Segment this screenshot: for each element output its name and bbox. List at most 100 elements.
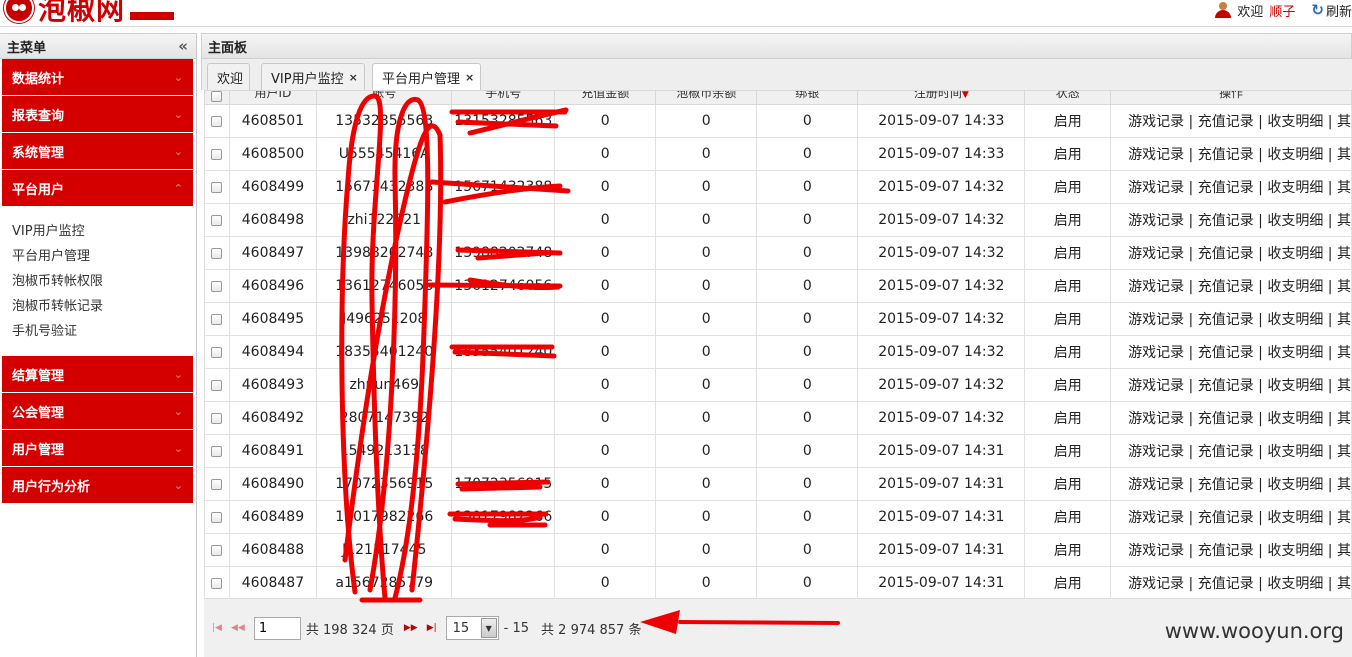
row-checkbox-cell[interactable]	[204, 533, 230, 567]
site-logo[interactable]: 泡椒网	[4, 0, 176, 26]
row-checkbox[interactable]	[211, 247, 223, 259]
cell-status[interactable]: 启用	[1024, 566, 1112, 598]
cell-operations[interactable]: 游戏记录 | 充值记录 | 收支明细 | 其	[1110, 467, 1352, 501]
row-checkbox[interactable]	[211, 148, 223, 160]
row-checkbox-cell[interactable]	[204, 500, 230, 534]
cell-operations[interactable]: 游戏记录 | 充值记录 | 收支明细 | 其	[1110, 269, 1352, 303]
row-checkbox-cell[interactable]	[204, 203, 230, 237]
menu-group-settlement[interactable]: 结算管理 ⌄	[2, 356, 193, 393]
cell-status[interactable]: 启用	[1024, 203, 1112, 237]
column-header[interactable]: 状态	[1024, 90, 1112, 105]
menu-group-data-stats[interactable]: 数据统计 ⌄	[2, 59, 193, 96]
row-checkbox[interactable]	[211, 412, 223, 424]
cell-status[interactable]: 启用	[1024, 104, 1112, 138]
cell-operations[interactable]: 游戏记录 | 充值记录 | 收支明细 | 其	[1110, 236, 1352, 270]
cell-operations[interactable]: 游戏记录 | 充值记录 | 收支明细 | 其	[1110, 533, 1352, 567]
table-row[interactable]: 4608501 13532855563 13153285563 0 0 0 2015-09-…	[204, 104, 1352, 138]
cell-operations[interactable]: 游戏记录 | 充值记录 | 收支明细 | 其	[1110, 500, 1352, 534]
cell-status[interactable]: 启用	[1024, 368, 1112, 402]
menu-group-platform-users[interactable]: 平台用户 ⌃	[2, 170, 193, 207]
row-checkbox-cell[interactable]	[204, 368, 230, 402]
table-row[interactable]: 4608490 17072356915 17072356915 0 0 0 2015-09-…	[204, 467, 1352, 501]
tab-vip-monitor[interactable]: VIP用户监控 ×	[261, 63, 365, 90]
row-checkbox[interactable]	[211, 379, 223, 391]
collapse-icon[interactable]: «	[178, 37, 188, 55]
last-page-icon[interactable]: ▶|	[427, 623, 437, 633]
row-checkbox[interactable]	[211, 280, 223, 292]
row-checkbox-cell[interactable]	[204, 434, 230, 468]
column-header[interactable]: 用户ID	[228, 90, 318, 105]
first-page-icon[interactable]: |◀	[212, 623, 222, 633]
row-checkbox[interactable]	[211, 346, 223, 358]
row-checkbox-cell[interactable]	[204, 137, 230, 171]
refresh-icon[interactable]: ↻	[1311, 1, 1324, 19]
cell-status[interactable]: 启用	[1024, 302, 1112, 336]
prev-page-icon[interactable]: ◀◀	[231, 623, 245, 633]
table-row[interactable]: 4608499 15671432388 15671432388 0 0 0 2015-09-…	[204, 170, 1352, 204]
column-header-register-time[interactable]: 注册时间▼	[857, 90, 1026, 105]
table-row[interactable]: 4608498 zhi122321 0 0 0 2015-09-07 14:32 启用 游戏记…	[204, 203, 1352, 237]
table-row[interactable]: 4608500 U55545416A 0 0 0 2015-09-07 14:33 启用 游戏…	[204, 137, 1352, 171]
cell-status[interactable]: 启用	[1024, 137, 1112, 171]
table-row[interactable]: 4608493 zhuun469 0 0 0 2015-09-07 14:32 启用 游戏记录…	[204, 368, 1352, 402]
menu-group-system[interactable]: 系统管理 ⌄	[2, 133, 193, 170]
cell-operations[interactable]: 游戏记录 | 充值记录 | 收支明细 | 其	[1110, 566, 1352, 598]
row-checkbox[interactable]	[211, 214, 223, 226]
page-number-input[interactable]	[253, 616, 301, 640]
row-checkbox[interactable]	[211, 445, 223, 457]
column-header[interactable]: 帐号	[316, 90, 453, 105]
username[interactable]: 顺子	[1269, 1, 1295, 20]
row-checkbox-cell[interactable]	[204, 104, 230, 138]
table-row[interactable]: 4608494 18355401240 18355401240 0 0 0 2015-09-…	[204, 335, 1352, 369]
cell-operations[interactable]: 游戏记录 | 充值记录 | 收支明细 | 其	[1110, 104, 1352, 138]
row-checkbox-cell[interactable]	[204, 566, 230, 598]
table-row[interactable]: 4608497 13988202748 13988202748 0 0 0 2015-09-…	[204, 236, 1352, 270]
table-row[interactable]: 4608491 1549213138 0 0 0 2015-09-07 14:31 启用 游戏…	[204, 434, 1352, 468]
row-checkbox-cell[interactable]	[204, 467, 230, 501]
column-header[interactable]: 手机号	[451, 90, 556, 105]
column-header[interactable]: 泡椒币余额	[655, 90, 758, 105]
menu-group-behavior[interactable]: 用户行为分析 ⌄	[2, 467, 193, 504]
select-all-header[interactable]	[204, 90, 230, 105]
cell-status[interactable]: 启用	[1024, 236, 1112, 270]
cell-operations[interactable]: 游戏记录 | 充值记录 | 收支明细 | 其	[1110, 302, 1352, 336]
cell-operations[interactable]: 游戏记录 | 充值记录 | 收支明细 | 其	[1110, 335, 1352, 369]
row-checkbox[interactable]	[211, 478, 223, 490]
menu-group-user-manage[interactable]: 用户管理 ⌄	[2, 430, 193, 467]
sidebar-item-platform-user-manage[interactable]: 平台用户管理	[12, 244, 196, 269]
close-icon[interactable]: ×	[349, 71, 358, 84]
cell-operations[interactable]: 游戏记录 | 充值记录 | 收支明细 | 其	[1110, 434, 1352, 468]
table-row[interactable]: 4608492 2807147392 0 0 0 2015-09-07 14:32 启用 游戏…	[204, 401, 1352, 435]
table-row[interactable]: 4608489 13017982266 13017982266 0 0 0 2015-09-…	[204, 500, 1352, 534]
next-page-icon[interactable]: ▶▶	[404, 623, 418, 633]
cell-operations[interactable]: 游戏记录 | 充值记录 | 收支明细 | 其	[1110, 170, 1352, 204]
row-checkbox[interactable]	[211, 115, 223, 127]
row-checkbox[interactable]	[211, 313, 223, 325]
sidebar-item-vip-monitor[interactable]: VIP用户监控	[12, 219, 196, 244]
menu-group-reports[interactable]: 报表查询 ⌄	[2, 96, 193, 133]
cell-status[interactable]: 启用	[1024, 335, 1112, 369]
table-row[interactable]: 4608496 13612746056 13612746056 0 0 0 2015-09-…	[204, 269, 1352, 303]
column-header[interactable]: 绑银	[756, 90, 859, 105]
row-checkbox[interactable]	[211, 511, 223, 523]
refresh-link[interactable]: 刷新	[1326, 1, 1352, 20]
row-checkbox[interactable]	[211, 181, 223, 193]
cell-status[interactable]: 启用	[1024, 269, 1112, 303]
row-checkbox-cell[interactable]	[204, 269, 230, 303]
row-checkbox-cell[interactable]	[204, 170, 230, 204]
sidebar-item-transfer-records[interactable]: 泡椒币转帐记录	[12, 294, 196, 319]
cell-status[interactable]: 启用	[1024, 170, 1112, 204]
cell-operations[interactable]: 游戏记录 | 充值记录 | 收支明细 | 其	[1110, 203, 1352, 237]
row-checkbox[interactable]	[211, 577, 223, 589]
sidebar-item-transfer-permission[interactable]: 泡椒币转帐权限	[12, 269, 196, 294]
cell-status[interactable]: 启用	[1024, 467, 1112, 501]
row-checkbox-cell[interactable]	[204, 302, 230, 336]
cell-operations[interactable]: 游戏记录 | 充值记录 | 收支明细 | 其	[1110, 368, 1352, 402]
cell-status[interactable]: 启用	[1024, 533, 1112, 567]
table-row[interactable]: 4608487 a1567285779 0 0 0 2015-09-07 14:31 启用游…	[204, 566, 1352, 598]
row-checkbox[interactable]	[211, 544, 223, 556]
cell-status[interactable]: 启用	[1024, 401, 1112, 435]
cell-status[interactable]: 启用	[1024, 434, 1112, 468]
row-checkbox-cell[interactable]	[204, 335, 230, 369]
tab-welcome[interactable]: 欢迎	[207, 63, 251, 90]
